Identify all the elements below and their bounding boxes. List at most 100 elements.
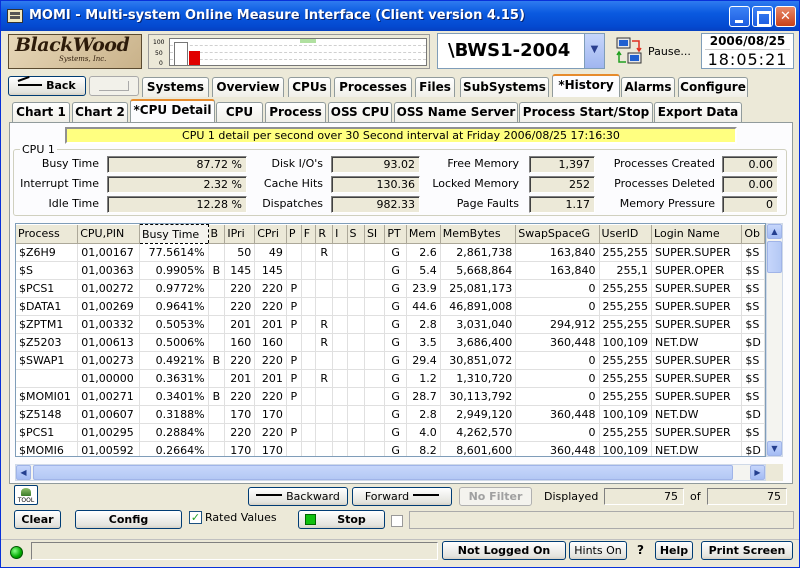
column-header-b[interactable]: B — [208, 224, 226, 244]
table-row[interactable]: $MOMI6 01,00592 0.2664% 170 170 G 8.2 8,601,600… — [16, 441, 765, 456]
process-table[interactable]: Process CPU,PIN Busy Time B IPri CPri P F R I S SI P… — [15, 223, 766, 457]
column-header-userid[interactable]: UserID — [599, 224, 653, 244]
column-header-s[interactable]: S — [347, 224, 365, 244]
column-header-p[interactable]: P — [286, 224, 302, 244]
table-cell — [347, 243, 365, 262]
table-row[interactable]: $SWAP1 01,00273 0.4921% B 220 220 P G 29.4 30,851… — [16, 351, 765, 370]
tab-cpus[interactable]: CPUs — [288, 77, 331, 97]
column-header-ipri[interactable]: IPri — [224, 224, 256, 244]
table-cell — [364, 243, 386, 262]
column-header-pt[interactable]: PT — [384, 224, 407, 244]
table-cell: G — [384, 297, 407, 316]
subtab-process[interactable]: Process — [265, 102, 326, 122]
column-header-login-name[interactable]: Login Name — [651, 224, 743, 244]
chevron-down-icon[interactable]: ▼ — [584, 34, 604, 68]
subtab-cpu[interactable]: CPU — [216, 102, 263, 122]
minimize-button[interactable] — [729, 6, 750, 27]
table-cell: 0.3631% — [139, 369, 209, 388]
maximize-button[interactable] — [752, 6, 773, 27]
subtab-process-start-stop[interactable]: Process Start/Stop — [519, 102, 653, 122]
table-row[interactable]: $S 01,00363 0.9905% B 145 145 G 5.4 5,668,864 163… — [16, 261, 765, 280]
column-header-ob[interactable]: Ob — [741, 224, 765, 244]
table-cell — [315, 297, 334, 316]
column-header-membytes[interactable]: MemBytes — [440, 224, 517, 244]
table-cell: $MOMI01 — [16, 387, 79, 406]
close-button[interactable]: ✕ — [775, 6, 796, 27]
help-button[interactable]: Help — [655, 541, 693, 560]
table-cell: 2,949,120 — [440, 405, 517, 424]
tab-systems[interactable]: Systems — [142, 77, 209, 97]
tab-subsystems[interactable]: SubSystems — [460, 77, 549, 97]
table-cell — [301, 261, 317, 280]
table-cell: 255,255 — [599, 423, 653, 442]
subtab-export-data[interactable]: Export Data — [654, 102, 742, 122]
print-screen-button[interactable]: Print Screen — [701, 541, 793, 560]
tab-history[interactable]: *History — [552, 74, 620, 97]
stop-button[interactable]: Stop — [298, 510, 385, 529]
subtab-oss-cpu[interactable]: OSS CPU — [328, 102, 392, 122]
progress-checkbox[interactable] — [391, 515, 403, 527]
tab-files[interactable]: Files — [415, 77, 455, 97]
tab-processes[interactable]: Processes — [334, 77, 412, 97]
column-header-swapspaceg[interactable]: SwapSpaceG — [515, 224, 600, 244]
table-vertical-scrollbar[interactable]: ▲ ▼ — [766, 223, 783, 457]
system-selector[interactable]: \BWS1-2004 ▼ — [437, 33, 605, 69]
scroll-right-icon[interactable]: ▶ — [750, 465, 765, 480]
subtab-chart-1[interactable]: Chart 1 — [12, 102, 70, 122]
table-row[interactable]: $PCS1 01,00295 0.2884% 220 220 P G 4.0 4,262,570… — [16, 423, 765, 442]
memory-pressure-value: 0 — [722, 196, 778, 213]
scroll-down-icon[interactable]: ▼ — [767, 441, 782, 456]
column-header-busy-time[interactable]: Busy Time — [139, 224, 209, 244]
app-icon[interactable] — [7, 9, 23, 23]
column-header-cpu-pin[interactable]: CPU,PIN — [77, 224, 141, 244]
table-row[interactable]: $Z6H9 01,00167 77.5614% 50 49 R G 2.6 2,861,738 1… — [16, 243, 765, 262]
column-header-mem[interactable]: Mem — [406, 224, 441, 244]
subtab-oss-name-server[interactable]: OSS Name Server — [394, 102, 518, 122]
table-row[interactable]: 01,00000 0.3631% 201 201 P R G 1.2 1,310,720 0 255… — [16, 369, 765, 388]
pause-button[interactable]: Pause... — [611, 33, 697, 69]
table-cell: 49 — [254, 243, 287, 262]
table-cell — [364, 387, 386, 406]
table-horizontal-scrollbar[interactable]: ◀ ▶ — [15, 464, 766, 481]
backward-button[interactable]: Backward — [248, 487, 348, 506]
forward-nav-button[interactable] — [89, 76, 139, 96]
subtab-cpu-detail[interactable]: *CPU Detail — [130, 99, 215, 122]
no-filter-button[interactable]: No Filter — [459, 487, 532, 506]
not-logged-on-button[interactable]: Not Logged On — [442, 541, 566, 560]
table-cell: 0.9772% — [139, 279, 209, 298]
tool-icon[interactable]: TOOL — [14, 485, 38, 505]
hints-on-button[interactable]: Hints On — [569, 541, 627, 560]
table-cell — [332, 279, 348, 298]
column-header-cpri[interactable]: CPri — [254, 224, 287, 244]
table-cell: 0.5006% — [139, 333, 209, 352]
scroll-left-icon[interactable]: ◀ — [16, 465, 31, 480]
horizontal-scroll-thumb[interactable] — [33, 465, 733, 480]
column-header-process[interactable]: Process — [16, 224, 79, 244]
subtab-chart-2[interactable]: Chart 2 — [72, 102, 128, 122]
forward-button[interactable]: Forward — [352, 487, 452, 506]
tab-alarms[interactable]: Alarms — [621, 77, 675, 97]
clear-button[interactable]: Clear — [14, 510, 61, 529]
table-row[interactable]: $PCS1 01,00272 0.9772% 220 220 P G 23.9 25,081,1… — [16, 279, 765, 298]
table-cell: 220 — [224, 423, 256, 442]
table-cell: 160 — [254, 333, 287, 352]
config-button[interactable]: Config — [75, 510, 182, 529]
rated-values-checkbox[interactable]: ✓ — [189, 511, 202, 524]
table-row[interactable]: $ZPTM1 01,00332 0.5053% 201 201 P R G 2.8 3,031,0… — [16, 315, 765, 334]
question-icon[interactable]: ? — [637, 543, 644, 557]
table-row[interactable]: $Z5203 01,00613 0.5006% 160 160 R G 3.5 3,686,40… — [16, 333, 765, 352]
title-bar[interactable]: MOMI - Multi-system Online Measure Inter… — [1, 1, 799, 31]
column-header-r[interactable]: R — [315, 224, 334, 244]
column-header-si[interactable]: SI — [364, 224, 386, 244]
column-header-f[interactable]: F — [301, 224, 317, 244]
processes-created-label: Processes Created — [613, 157, 715, 170]
scroll-up-icon[interactable]: ▲ — [767, 224, 782, 239]
tab-overview[interactable]: Overview — [212, 77, 284, 97]
column-header-i[interactable]: I — [332, 224, 348, 244]
tab-configure[interactable]: Configure — [678, 77, 748, 97]
vertical-scroll-thumb[interactable] — [767, 241, 782, 273]
back-button[interactable]: Back — [8, 75, 86, 96]
table-row[interactable]: $MOMI01 01,00271 0.3401% B 220 220 P G 28.7 30,11… — [16, 387, 765, 406]
table-row[interactable]: $Z5148 01,00607 0.3188% 170 170 G 2.8 2,949,120… — [16, 405, 765, 424]
table-row[interactable]: $DATA1 01,00269 0.9641% 220 220 P G 44.6 46,891,… — [16, 297, 765, 316]
